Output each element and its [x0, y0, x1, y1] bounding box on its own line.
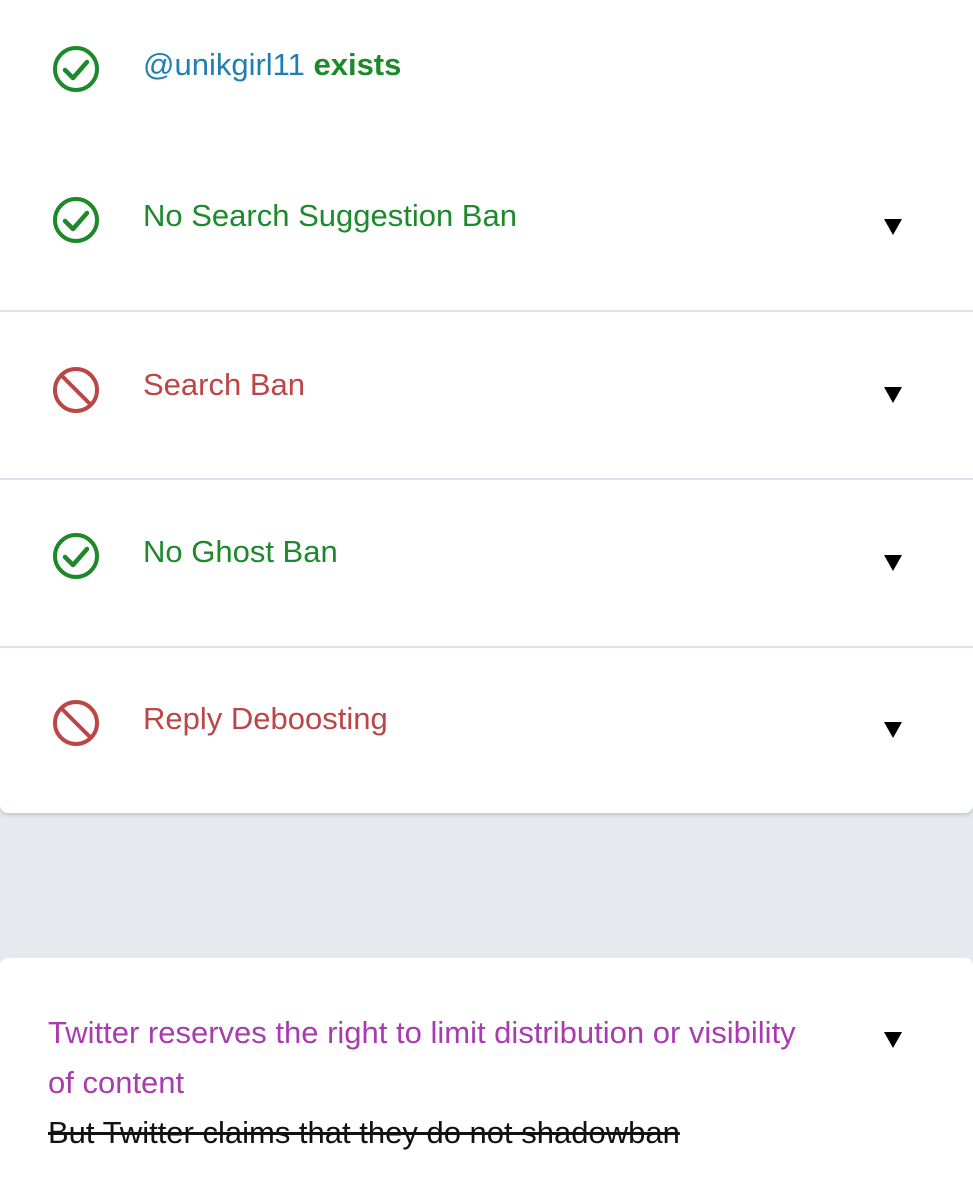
expand-arrow-icon[interactable] [882, 551, 904, 573]
search-ban-row[interactable]: Search Ban [0, 312, 973, 478]
reply-deboosting-label: Reply Deboosting [143, 701, 388, 736]
results-card: @unikgirl11 exists No Search Suggestion … [0, 0, 973, 813]
search-suggestion-ban-label: No Search Suggestion Ban [143, 198, 517, 233]
search-ban-label: Search Ban [143, 367, 305, 402]
check-circle-icon [51, 44, 101, 94]
info-text: Twitter reserves the right to limit dist… [48, 1008, 808, 1158]
shadowban-claim: But Twitter claims that they do not shad… [48, 1115, 680, 1150]
expand-arrow-icon[interactable] [882, 215, 904, 237]
user-exists-label: @unikgirl11 exists [143, 47, 401, 83]
check-circle-icon [51, 195, 101, 245]
expand-arrow-icon[interactable] [882, 383, 904, 405]
expand-arrow-icon[interactable] [882, 1028, 904, 1050]
ghost-ban-label: No Ghost Ban [143, 534, 338, 569]
ghost-ban-row[interactable]: No Ghost Ban [0, 480, 973, 646]
info-headline: Twitter reserves the right to limit dist… [48, 1015, 796, 1100]
exists-text: exists [304, 47, 402, 82]
ban-icon [51, 698, 101, 748]
expand-arrow-icon[interactable] [882, 718, 904, 740]
check-circle-icon [51, 531, 101, 581]
ban-icon [51, 365, 101, 415]
search-suggestion-ban-row[interactable]: No Search Suggestion Ban [0, 135, 973, 310]
username-link[interactable]: @unikgirl11 [143, 47, 305, 82]
user-exists-row: @unikgirl11 exists [0, 0, 973, 135]
reply-deboosting-row[interactable]: Reply Deboosting [0, 648, 973, 813]
